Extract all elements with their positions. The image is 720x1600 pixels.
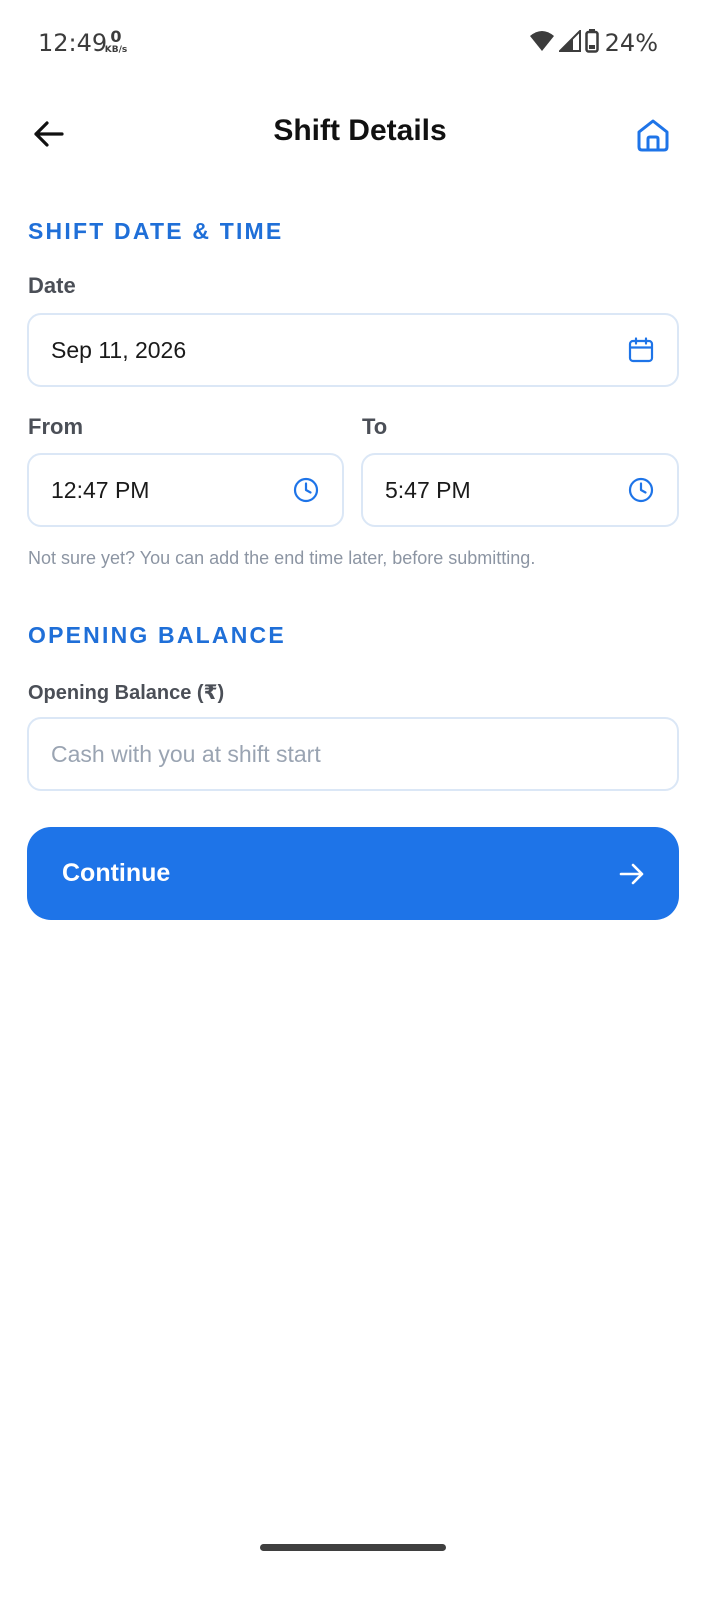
opening-balance-input[interactable]: Cash with you at shift start [27, 717, 679, 791]
home-icon [637, 119, 669, 152]
to-time-field[interactable]: 5:47 PM [361, 453, 679, 527]
cell-signal-icon [557, 28, 581, 57]
arrow-right-icon [619, 863, 644, 884]
continue-label: Continue [62, 859, 171, 887]
status-icons: 24% [529, 28, 658, 58]
opening-balance-placeholder: Cash with you at shift start [51, 740, 321, 767]
clock-icon[interactable] [292, 476, 320, 504]
date-field[interactable]: Sep 11, 2026 [27, 313, 679, 387]
status-bar: 12:49 0 KB/s 24% [0, 0, 720, 88]
status-time: 12:49 [38, 29, 108, 57]
shift-date-time-heading: SHIFT DATE & TIME [28, 218, 284, 244]
date-label: Date [28, 273, 76, 298]
page-title: Shift Details [273, 114, 447, 147]
from-time-field[interactable]: 12:47 PM [27, 453, 344, 527]
from-time-value: 12:47 PM [51, 476, 150, 503]
network-speed-unit: KB/s [104, 45, 128, 55]
battery-icon [584, 28, 599, 58]
shift-details-screen: 12:49 0 KB/s 24% Shift Details SHIFT DAT… [0, 0, 720, 1600]
home-button[interactable] [630, 112, 676, 158]
wifi-icon [529, 30, 555, 57]
to-time-value: 5:47 PM [385, 476, 471, 503]
date-value: Sep 11, 2026 [51, 336, 187, 363]
to-label: To [362, 414, 388, 439]
from-label: From [28, 414, 83, 439]
end-time-helper-text: Not sure yet? You can add the end time l… [28, 548, 536, 568]
opening-balance-label: Opening Balance (₹) [28, 682, 225, 704]
opening-balance-heading: OPENING BALANCE [28, 622, 286, 648]
battery-percent: 24% [604, 29, 658, 57]
clock-icon[interactable] [627, 476, 655, 504]
network-speed: 0 KB/s [102, 29, 130, 55]
continue-button[interactable]: Continue [27, 827, 679, 920]
home-indicator[interactable] [260, 1544, 446, 1551]
calendar-icon[interactable] [627, 336, 655, 364]
network-speed-value: 0 [110, 27, 122, 46]
